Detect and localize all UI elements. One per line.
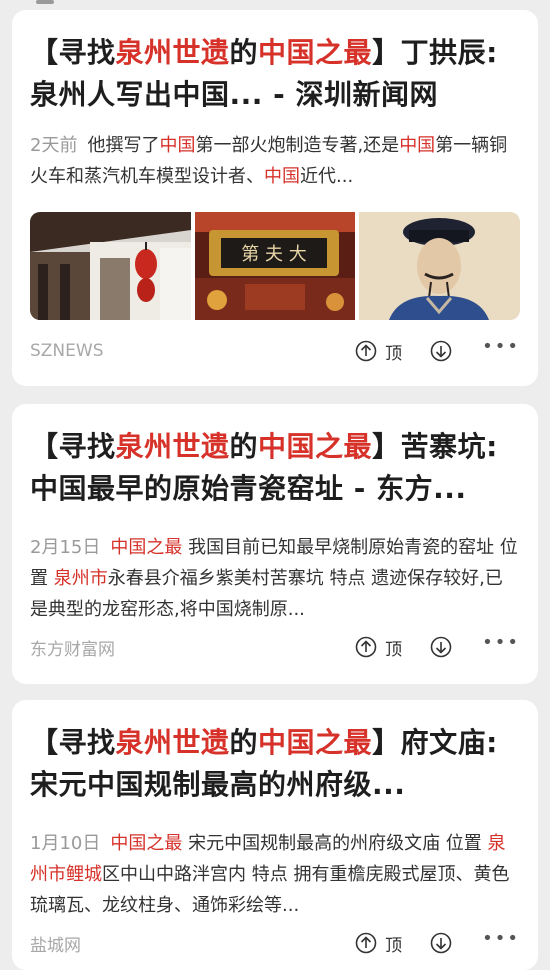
- arrow-down-circle-icon: [430, 636, 452, 658]
- card-footer: 盐城网 顶 •••: [30, 928, 520, 958]
- news-title[interactable]: 【寻找泉州世遗的中国之最】苦寨坑: 中国最早的原始青瓷窑址 - 东方...: [30, 404, 520, 510]
- snippet-highlight: 中国之最: [110, 537, 183, 558]
- snippet-text: 区中山中路泮宫内 特点 拥有重檐庑殿式屋顶、黄色琉璃瓦、龙纹柱身、通饰彩绘等..…: [30, 864, 510, 916]
- svg-text:第 夫 大: 第 夫 大: [241, 244, 306, 265]
- plaque-image[interactable]: 第 夫 大: [194, 212, 356, 320]
- snippet-text: 近代...: [300, 166, 354, 187]
- card-actions: 顶 •••: [355, 634, 520, 660]
- arrow-up-circle-icon: [355, 340, 377, 362]
- title-highlight: 中国之最: [258, 726, 373, 759]
- upvote-label: 顶: [385, 343, 403, 364]
- more-dots-icon[interactable]: •••: [482, 930, 520, 952]
- news-title[interactable]: 【寻找泉州世遗的中国之最】丁拱辰: 泉州人写出中国... - 深圳新闻网: [30, 10, 520, 116]
- title-highlight: 中国之最: [258, 36, 373, 69]
- news-title[interactable]: 【寻找泉州世遗的中国之最】府文庙: 宋元中国规制最高的州府级...: [30, 700, 520, 806]
- upvote-button[interactable]: 顶: [355, 635, 430, 660]
- upvote-button[interactable]: 顶: [355, 339, 430, 364]
- news-snippet: 2天前 他撰写了中国第一部火炮制造专著,还是中国第一辆铜火车和蒸汽机车模型设计者、…: [30, 130, 520, 192]
- upvote-label: 顶: [385, 639, 403, 660]
- scroll-indicator: [36, 0, 54, 4]
- title-text: 的: [229, 36, 259, 69]
- title-text: 【寻找: [30, 36, 116, 69]
- title-highlight: 泉州世遗: [115, 726, 230, 759]
- arrow-up-circle-icon: [355, 932, 377, 954]
- news-snippet: 2月15日 中国之最 我国目前已知最早烧制原始青瓷的窑址 位置 泉州市永春县介福乡…: [30, 532, 520, 625]
- news-source: SZNEWS: [30, 341, 104, 361]
- card-footer: SZNEWS 顶 •••: [30, 336, 520, 366]
- card-actions: 顶 •••: [355, 338, 520, 364]
- news-date: 1月10日: [30, 833, 101, 854]
- snippet-highlight: 泉州市: [53, 568, 108, 589]
- card-actions: 顶 •••: [355, 930, 520, 956]
- card-footer: 东方财富网 顶 •••: [30, 632, 520, 662]
- downvote-button[interactable]: [430, 340, 452, 362]
- snippet-text: 他撰写了: [87, 135, 160, 156]
- title-highlight: 中国之最: [258, 430, 373, 463]
- news-date: 2天前: [30, 135, 78, 156]
- ancient-building-lanterns-image[interactable]: [30, 212, 191, 320]
- snippet-highlight: 中国: [264, 166, 300, 187]
- title-text: 的: [229, 430, 259, 463]
- upvote-label: 顶: [385, 935, 403, 956]
- arrow-down-circle-icon: [430, 932, 452, 954]
- portrait-painting-image[interactable]: [359, 212, 521, 320]
- snippet-highlight: 中国: [159, 135, 196, 156]
- title-text: 的: [229, 726, 259, 759]
- snippet-highlight: 中国之最: [110, 833, 183, 854]
- title-text: 【寻找: [30, 430, 116, 463]
- news-source: 盐城网: [30, 935, 81, 956]
- news-card[interactable]: 【寻找泉州世遗的中国之最】丁拱辰: 泉州人写出中国... - 深圳新闻网 2天前…: [12, 10, 538, 386]
- title-text: 【寻找: [30, 726, 116, 759]
- downvote-button[interactable]: [430, 636, 452, 658]
- title-highlight: 泉州世遗: [115, 36, 230, 69]
- downvote-button[interactable]: [430, 932, 452, 954]
- upvote-button[interactable]: 顶: [355, 931, 430, 956]
- news-snippet: 1月10日 中国之最 宋元中国规制最高的州府级文庙 位置 泉州市鲤城区中山中路泮宫…: [30, 828, 520, 921]
- snippet-text: 第一部火炮制造专著,还是: [195, 135, 400, 156]
- arrow-up-circle-icon: [355, 636, 377, 658]
- arrow-down-circle-icon: [430, 340, 452, 362]
- news-date: 2月15日: [30, 537, 101, 558]
- image-strip: 第 夫 大: [30, 212, 521, 320]
- snippet-text: 宋元中国规制最高的州府级文庙 位置: [182, 833, 488, 854]
- news-card[interactable]: 【寻找泉州世遗的中国之最】苦寨坑: 中国最早的原始青瓷窑址 - 东方... 2月…: [12, 404, 538, 684]
- news-card[interactable]: 【寻找泉州世遗的中国之最】府文庙: 宋元中国规制最高的州府级... 1月10日中…: [12, 700, 538, 970]
- news-source: 东方财富网: [30, 639, 115, 660]
- snippet-highlight: 中国: [399, 135, 436, 156]
- title-highlight: 泉州世遗: [115, 430, 230, 463]
- more-dots-icon[interactable]: •••: [482, 338, 520, 360]
- more-dots-icon[interactable]: •••: [482, 634, 520, 656]
